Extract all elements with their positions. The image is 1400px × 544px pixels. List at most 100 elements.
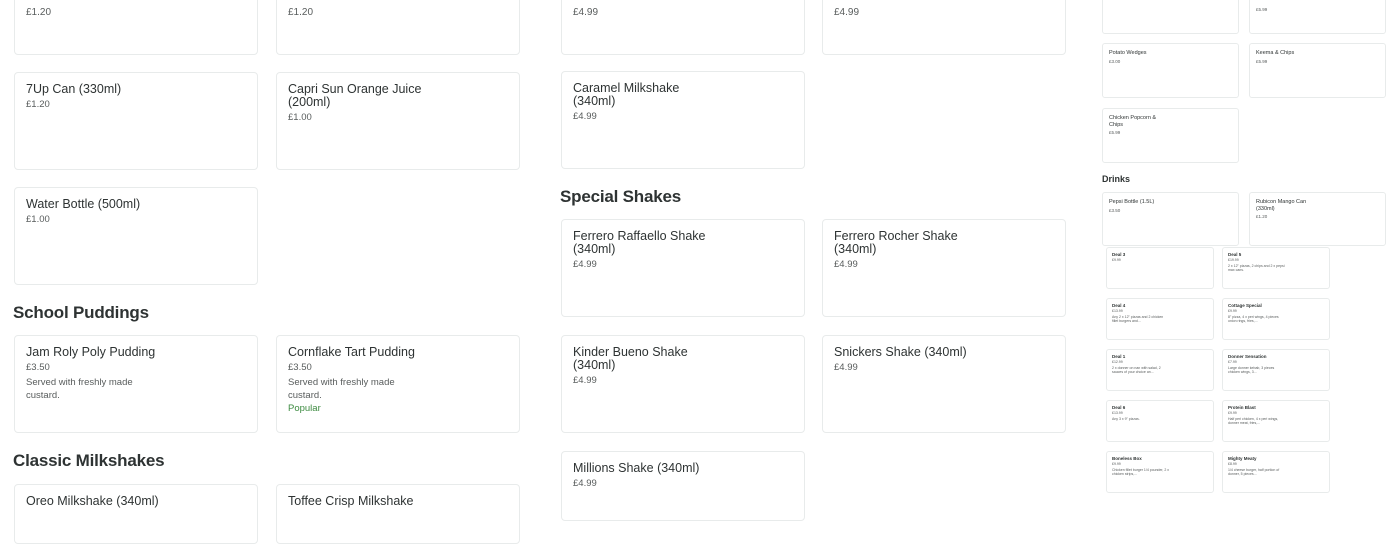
- item-price: £3.50: [26, 362, 50, 373]
- deal-description: 1/4 cheese burger, half portion of donne…: [1228, 467, 1280, 476]
- deal-description: 2 x 12" pizzas, 2 chips and 2 x pepsi ma…: [1228, 263, 1285, 272]
- item-price: £4.99: [834, 362, 858, 373]
- deal-card[interactable]: Deal 4 £13.99 Any 2 x 12" pizzas and 2 c…: [1106, 298, 1214, 340]
- menu-item-card[interactable]: Ferrero Rocher Shake (340ml) £4.99: [822, 219, 1066, 317]
- item-title: Caramel Milkshake (340ml): [573, 81, 680, 108]
- deal-price: £7.99: [1228, 360, 1237, 364]
- menu-item-card[interactable]: Oreo Milkshake (340ml): [14, 484, 258, 544]
- menu-item-card[interactable]: £4.99: [561, 0, 805, 55]
- item-price: £3.50: [288, 362, 312, 373]
- item-title: Water Bottle (500ml): [26, 197, 141, 211]
- deal-price: £19.99: [1228, 258, 1239, 262]
- menu-item-card[interactable]: Potato Wedges £3.00: [1102, 43, 1239, 98]
- menu-item-card[interactable]: Toffee Crisp Milkshake: [276, 484, 520, 544]
- deal-title: Deal 6: [1112, 405, 1126, 410]
- deal-card[interactable]: Deal 6 £13.99 Any 3 x 9" pizzas.: [1106, 400, 1214, 442]
- item-price: £5.99: [1109, 130, 1121, 135]
- deal-description: 2 x donner on nan with salad, 2 sauces o…: [1112, 365, 1161, 374]
- item-description: Served with freshly made custard.: [26, 377, 133, 401]
- menu-item-card[interactable]: Rubicon Mango Can (330ml) £1.20: [1249, 192, 1386, 246]
- deal-price: £13.99: [1112, 411, 1123, 415]
- deal-description: Half peri chicken, 4 x peri wings, donne…: [1228, 416, 1279, 425]
- item-title: Ferrero Raffaello Shake (340ml): [573, 229, 706, 256]
- menu-item-card[interactable]: £4.99: [822, 0, 1066, 55]
- deal-card[interactable]: Boneless Box £9.99 Chicken fillet burger…: [1106, 451, 1214, 493]
- menu-item-card[interactable]: Jam Roly Poly Pudding £3.50 Served with …: [14, 335, 258, 433]
- deal-card[interactable]: Cottage Special £9.99 8" pizza, 4 x peri…: [1222, 298, 1330, 340]
- item-price: £5.99: [1256, 58, 1268, 64]
- section-heading-drinks: Drinks: [1102, 174, 1131, 184]
- item-price: £3.00: [1109, 58, 1121, 64]
- deal-description: Large donner kebab, 3 pieces chicken win…: [1228, 365, 1275, 374]
- item-price: £1.00: [288, 112, 312, 123]
- item-price: £1.00: [26, 214, 50, 225]
- deal-card[interactable]: Deal 5 £19.99 2 x 12" pizzas, 2 chips an…: [1222, 247, 1330, 289]
- menu-item-card[interactable]: £5.99: [1249, 0, 1386, 34]
- item-price: £4.99: [573, 478, 597, 489]
- item-title: Ferrero Rocher Shake (340ml): [834, 229, 958, 256]
- menu-item-card[interactable]: Kinder Bueno Shake (340ml) £4.99: [561, 335, 805, 433]
- deal-description: 8" pizza, 4 x peri wings, 4 pieces onion…: [1228, 314, 1279, 323]
- menu-item-card[interactable]: Chicken Popcorn & Chips £5.99: [1102, 108, 1239, 163]
- deal-card[interactable]: Donner Sensation £7.99 Large donner keba…: [1222, 349, 1330, 391]
- item-title: Millions Shake (340ml): [573, 461, 700, 475]
- item-price: £1.20: [288, 7, 314, 18]
- menu-item-card[interactable]: 7Up Can (330ml) £1.20: [14, 72, 258, 170]
- deal-title: Deal 3: [1112, 252, 1126, 257]
- deal-card[interactable]: Deal 1 £12.99 2 x donner on nan with sal…: [1106, 349, 1214, 391]
- deal-title: Deal 1: [1112, 354, 1126, 359]
- item-price: £4.99: [573, 7, 599, 18]
- deal-description: Any 3 x 9" pizzas.: [1112, 416, 1140, 421]
- deal-title: Deal 5: [1228, 252, 1242, 257]
- menu-item-card[interactable]: [1102, 0, 1239, 34]
- menu-item-card[interactable]: Millions Shake (340ml) £4.99: [561, 451, 805, 521]
- item-title: Snickers Shake (340ml): [834, 345, 967, 359]
- menu-item-card[interactable]: Water Bottle (500ml) £1.00: [14, 187, 258, 285]
- deal-price: £9.99: [1228, 309, 1237, 313]
- deal-description: Any 2 x 12" pizzas and 2 chicken fillet …: [1112, 314, 1164, 323]
- deal-price: £9.99: [1112, 462, 1121, 466]
- menu-item-card[interactable]: Keema & Chips £5.99: [1249, 43, 1386, 98]
- deal-title: Mighty Meaty: [1228, 456, 1257, 461]
- deal-card[interactable]: Mighty Meaty £8.99 1/4 cheese burger, ha…: [1222, 451, 1330, 493]
- deal-price: £12.99: [1112, 360, 1123, 364]
- menu-item-card[interactable]: Caramel Milkshake (340ml) £4.99: [561, 71, 805, 169]
- item-description: Served with freshly made custard.: [288, 377, 395, 401]
- deal-price: £9.99: [1112, 258, 1121, 262]
- deal-price: £9.99: [1228, 411, 1237, 415]
- section-heading-school-puddings: School Puddings: [13, 303, 149, 322]
- item-price: £1.20: [26, 99, 50, 110]
- deal-description: Chicken fillet burger 1/4 pounder, 2 x c…: [1112, 467, 1170, 476]
- menu-item-card[interactable]: Ferrero Raffaello Shake (340ml) £4.99: [561, 219, 805, 317]
- item-title: Oreo Milkshake (340ml): [26, 494, 159, 508]
- item-price: £4.99: [834, 259, 858, 270]
- item-price: £4.99: [573, 111, 597, 122]
- deal-title: Boneless Box: [1112, 456, 1142, 461]
- section-heading-classic-milkshakes: Classic Milkshakes: [13, 451, 165, 470]
- menu-item-card[interactable]: £1.20: [276, 0, 520, 55]
- item-title: Chicken Popcorn & Chips: [1109, 115, 1157, 128]
- menu-item-card[interactable]: Cornflake Tart Pudding £3.50 Served with…: [276, 335, 520, 433]
- item-title: Cornflake Tart Pudding: [288, 345, 415, 359]
- menu-item-card[interactable]: £1.20: [14, 0, 258, 55]
- deal-price: £13.99: [1112, 309, 1123, 313]
- deal-price: £8.99: [1228, 462, 1237, 466]
- section-heading-special-shakes: Special Shakes: [560, 187, 681, 206]
- menu-item-card[interactable]: Pepsi Bottle (1.5L) £3.50: [1102, 192, 1239, 246]
- item-title: Kinder Bueno Shake (340ml): [573, 345, 688, 372]
- deal-card[interactable]: Deal 3 £9.99: [1106, 247, 1214, 289]
- item-price: £1.20: [26, 7, 52, 18]
- item-title: 7Up Can (330ml): [26, 82, 122, 96]
- deal-card[interactable]: Protein Blast £9.99 Half peri chicken, 4…: [1222, 400, 1330, 442]
- menu-item-card[interactable]: Capri Sun Orange Juice (200ml) £1.00: [276, 72, 520, 170]
- item-price: £4.99: [834, 7, 860, 18]
- item-price: £4.99: [573, 259, 597, 270]
- popular-badge: Popular: [288, 403, 321, 414]
- item-title: Capri Sun Orange Juice (200ml): [288, 82, 422, 109]
- menu-item-card[interactable]: Snickers Shake (340ml) £4.99: [822, 335, 1066, 433]
- item-title: Jam Roly Poly Pudding: [26, 345, 156, 359]
- item-title: Keema & Chips: [1256, 50, 1295, 56]
- deal-title: Donner Sensation: [1228, 354, 1267, 359]
- item-price: £3.50: [1109, 207, 1121, 213]
- item-title: Toffee Crisp Milkshake: [288, 494, 414, 508]
